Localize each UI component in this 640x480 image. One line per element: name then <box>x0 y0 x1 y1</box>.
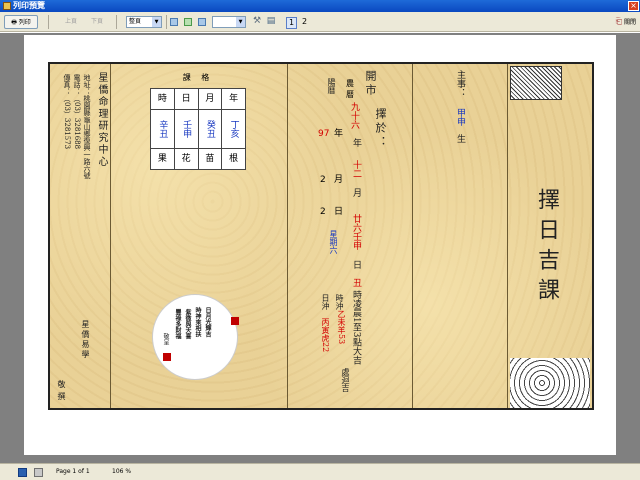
header-cell: 日 <box>175 89 199 109</box>
table-title: 課 格 <box>182 73 214 82</box>
institute-name: 星僑命理研究中心 <box>96 72 107 168</box>
weekday: 星期六 <box>329 230 338 254</box>
label-cell: 苗 <box>199 149 223 169</box>
fax: 傳真：（03）3281573 <box>63 74 71 150</box>
poem-sign: 敬呈 <box>162 333 169 345</box>
window-title: 列印預覽 <box>13 1 45 10</box>
pillar-cell: 壬申 <box>175 110 199 148</box>
header-cell: 月 <box>199 89 223 109</box>
label-cell: 果 <box>151 149 175 169</box>
chevron-down-icon: ▼ <box>236 17 245 27</box>
zoom-select[interactable]: 整頁 ▼ <box>126 16 162 28</box>
sha-right: 乙未羊53 <box>337 310 346 345</box>
phone: 電話：（03）3281688 <box>73 74 81 150</box>
poem-circle: 日月光輝吉 時神來相扶 紫微與天喜 豐祿多財福 敬呈 <box>152 294 239 380</box>
close-window-button[interactable]: × <box>628 1 639 11</box>
seal-icon <box>231 317 239 325</box>
title-bar: 列印預覽 × <box>0 0 640 12</box>
next-page-button[interactable]: 下頁 <box>86 15 108 29</box>
zoom-value: 整頁 <box>129 18 142 25</box>
one-page-icon[interactable] <box>170 18 178 26</box>
solar-day: 2 <box>320 207 326 217</box>
address: 地址：桃園縣龜山鄉復興一路六號 <box>83 74 91 179</box>
seal-icon <box>163 353 171 361</box>
sha-left: 丙寅虎22 <box>321 318 330 353</box>
exit-icon: ⎗ <box>615 17 623 26</box>
label-cell: 花 <box>175 149 199 169</box>
choose-on: 擇於： <box>374 108 387 150</box>
tools-icon[interactable]: ⚒ <box>252 15 262 29</box>
ornament-top-icon <box>510 66 562 100</box>
zoom-indicator: 106 % <box>112 468 132 475</box>
pillar-cell: 丁亥 <box>228 120 239 138</box>
save-icon[interactable] <box>18 468 27 477</box>
footer-note: 敬撰 <box>57 380 66 404</box>
lunar-day: 廿六壬申 <box>351 214 361 250</box>
pillar-cell: 辛丑 <box>151 110 175 148</box>
toolbar: 🖶 列印 上頁 下頁 整頁 ▼ ▼ ⚒ ▤ 1 2 ⎗ 關閉 <box>0 12 640 32</box>
document-sheet: 星僑命理研究中心 地址：桃園縣龜山鄉復興一路六號 電話：（03）3281688 … <box>48 62 594 410</box>
poem-line: 時神來相扶 <box>194 307 201 337</box>
solar-label: 陽曆 <box>327 78 336 94</box>
main-title: 擇日吉課 <box>534 188 559 308</box>
avoid: 處迴吉 <box>341 368 350 392</box>
solar-month: 2 <box>320 175 326 185</box>
lunar-label: 農曆 <box>346 79 354 99</box>
header-cell: 時 <box>151 89 175 109</box>
lunar-month: 十二 <box>351 160 361 178</box>
footer-name: 星僑易學 <box>81 320 90 360</box>
owner-suffix: 生 <box>455 134 465 143</box>
prev-page-button[interactable]: 上頁 <box>60 15 82 29</box>
poem-line: 豐祿多財福 <box>174 309 181 339</box>
header-cell: 年 <box>229 94 239 104</box>
multi-page-icon[interactable] <box>198 18 206 26</box>
app-icon <box>3 2 11 10</box>
page-select[interactable]: ▼ <box>212 16 246 28</box>
owner-label: 主事： <box>455 70 465 97</box>
print-button[interactable]: 🖶 列印 <box>4 15 38 29</box>
hour: 丑 <box>351 278 361 287</box>
page-indicator: Page 1 of 1 <box>56 468 90 475</box>
close-preview-button[interactable]: ⎗ 關閉 <box>616 15 636 29</box>
printer-icon: 🖶 <box>11 19 17 26</box>
sha-label: 日沖 <box>321 294 330 310</box>
solar-year: 97 <box>318 129 330 139</box>
owner-name: 甲申 <box>455 108 465 126</box>
hour-text: 時凌晨1至3點大吉 <box>351 290 361 365</box>
pillar-table: 時 日 月 年 辛丑 壬申 癸丑 丁亥 果 花 苗 根 <box>150 88 246 170</box>
two-page-icon[interactable] <box>184 18 192 26</box>
status-bar: Page 1 of 1 106 % <box>0 463 640 480</box>
mail-icon[interactable] <box>34 468 43 477</box>
page-1-button[interactable]: 1 <box>286 17 298 29</box>
lunar-year: 九十六 <box>349 102 359 129</box>
settings-icon[interactable]: ▤ <box>266 15 276 29</box>
poem-line: 日月光輝吉 <box>204 307 211 337</box>
dragon-ornament-icon <box>510 358 590 408</box>
label-cell: 根 <box>229 154 239 164</box>
sha-time-label: 時沖 <box>335 294 344 310</box>
pillar-cell: 癸丑 <box>199 110 223 148</box>
page-2-button[interactable]: 2 <box>302 17 307 27</box>
open-title: 開市 <box>364 70 377 98</box>
poem-line: 紫微與天喜 <box>184 309 191 339</box>
chevron-down-icon: ▼ <box>152 17 161 27</box>
close-label: 關閉 <box>623 19 636 26</box>
print-label: 列印 <box>18 19 31 26</box>
